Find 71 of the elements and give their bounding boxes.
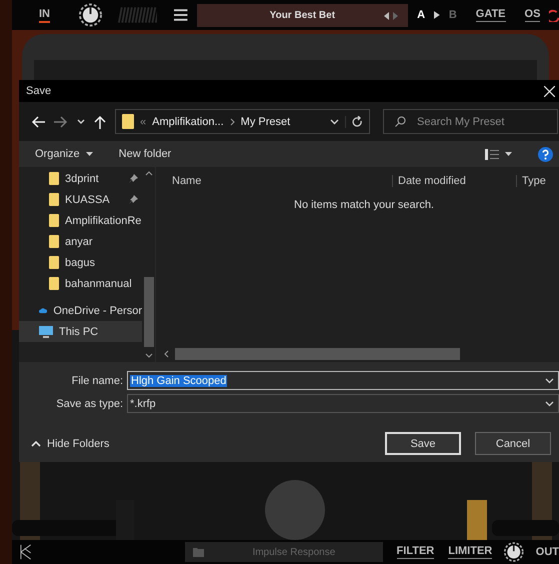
column-header[interactable]: Type bbox=[516, 175, 546, 187]
caret-icon[interactable] bbox=[505, 152, 512, 156]
chevron-up-icon[interactable] bbox=[31, 440, 41, 446]
scrollbar-thumb[interactable] bbox=[144, 277, 154, 347]
monitor-icon bbox=[39, 326, 53, 338]
organize-menu[interactable]: Organize bbox=[35, 148, 80, 160]
toggle-label[interactable]: GATE bbox=[476, 8, 506, 22]
dialog-button[interactable]: Cancel bbox=[475, 432, 551, 455]
preset-a-tab[interactable]: A bbox=[417, 9, 426, 21]
power-icon[interactable] bbox=[549, 8, 559, 22]
column-header[interactable]: Name bbox=[156, 175, 392, 187]
copy-arrow-icon[interactable] bbox=[434, 11, 440, 19]
output-label: OUT bbox=[536, 546, 559, 558]
folder-icon bbox=[49, 235, 59, 248]
nav-item[interactable]: bagus bbox=[19, 252, 142, 273]
folder-icon bbox=[49, 277, 59, 290]
toggle-label[interactable]: LIMITER bbox=[448, 545, 492, 559]
nav-item[interactable]: KUASSA bbox=[19, 189, 142, 210]
scroll-up-icon[interactable] bbox=[144, 171, 152, 176]
prev-next-icon[interactable] bbox=[384, 12, 398, 20]
nav-item[interactable]: bahanmanual bbox=[19, 273, 142, 294]
folder-icon bbox=[122, 114, 134, 129]
toggle-label[interactable]: FILTER bbox=[396, 545, 434, 559]
help-icon[interactable] bbox=[538, 146, 553, 162]
input-toggle[interactable]: IN bbox=[39, 8, 50, 22]
folder-icon bbox=[49, 214, 59, 227]
field-label: Save as type: bbox=[55, 398, 124, 410]
scroll-left-icon[interactable] bbox=[164, 350, 169, 358]
preset-b-tab[interactable]: B bbox=[448, 9, 457, 21]
close-icon[interactable] bbox=[544, 86, 555, 96]
chevron-down-icon[interactable] bbox=[545, 400, 554, 406]
up-icon[interactable] bbox=[94, 114, 106, 128]
folder-icon bbox=[49, 256, 59, 269]
knob-icon[interactable] bbox=[504, 541, 524, 563]
address-bar[interactable]: « Amplifikation... My Preset bbox=[115, 109, 370, 134]
nav-item[interactable]: anyar bbox=[19, 231, 142, 252]
logo-icon bbox=[20, 543, 32, 561]
chevron-right-icon bbox=[230, 118, 235, 126]
folder-icon bbox=[193, 548, 204, 556]
column-header[interactable]: Date modified bbox=[392, 175, 516, 187]
menu-icon[interactable] bbox=[174, 8, 188, 22]
view-options-icon[interactable] bbox=[485, 148, 499, 160]
new-folder-button[interactable]: New folder bbox=[118, 148, 172, 160]
search-icon bbox=[395, 116, 406, 127]
knob-icon[interactable] bbox=[79, 3, 102, 27]
nav-item[interactable]: AmplifikationRe bbox=[19, 210, 142, 231]
search-field[interactable]: Search My Preset bbox=[383, 109, 558, 134]
cloud-icon bbox=[39, 306, 48, 315]
chevron-down-icon[interactable] bbox=[545, 378, 554, 384]
folder-icon bbox=[49, 193, 59, 206]
dialog-button[interactable]: Save bbox=[385, 432, 461, 455]
chevron-down-icon[interactable] bbox=[330, 118, 339, 124]
empty-message: No items match your search. bbox=[294, 199, 435, 211]
scroll-down-icon[interactable] bbox=[144, 353, 152, 358]
scrollbar-thumb[interactable] bbox=[175, 348, 460, 360]
nav-item[interactable]: OneDrive - Persor bbox=[19, 300, 142, 321]
chevron-down-icon[interactable] bbox=[77, 118, 85, 124]
nav-item[interactable]: This PC bbox=[19, 321, 142, 342]
folder-icon bbox=[49, 172, 59, 185]
toggle-label[interactable]: OS bbox=[524, 8, 540, 22]
forward-icon[interactable] bbox=[54, 116, 68, 128]
level-meter-icon bbox=[116, 7, 158, 23]
field-label: File name: bbox=[70, 374, 124, 386]
nav-item[interactable]: 3dprint bbox=[19, 168, 142, 189]
back-icon[interactable] bbox=[31, 116, 45, 128]
hide-folders-button[interactable]: Hide Folders bbox=[47, 438, 110, 450]
preset-display[interactable]: Your Best Bet bbox=[196, 4, 408, 26]
file-type-dropdown[interactable]: *.krfp bbox=[127, 394, 559, 413]
file-name-field[interactable]: Hlgh Gain Scooped bbox=[127, 371, 559, 390]
caret-icon bbox=[86, 152, 93, 156]
dialog-title: Save bbox=[26, 85, 52, 97]
